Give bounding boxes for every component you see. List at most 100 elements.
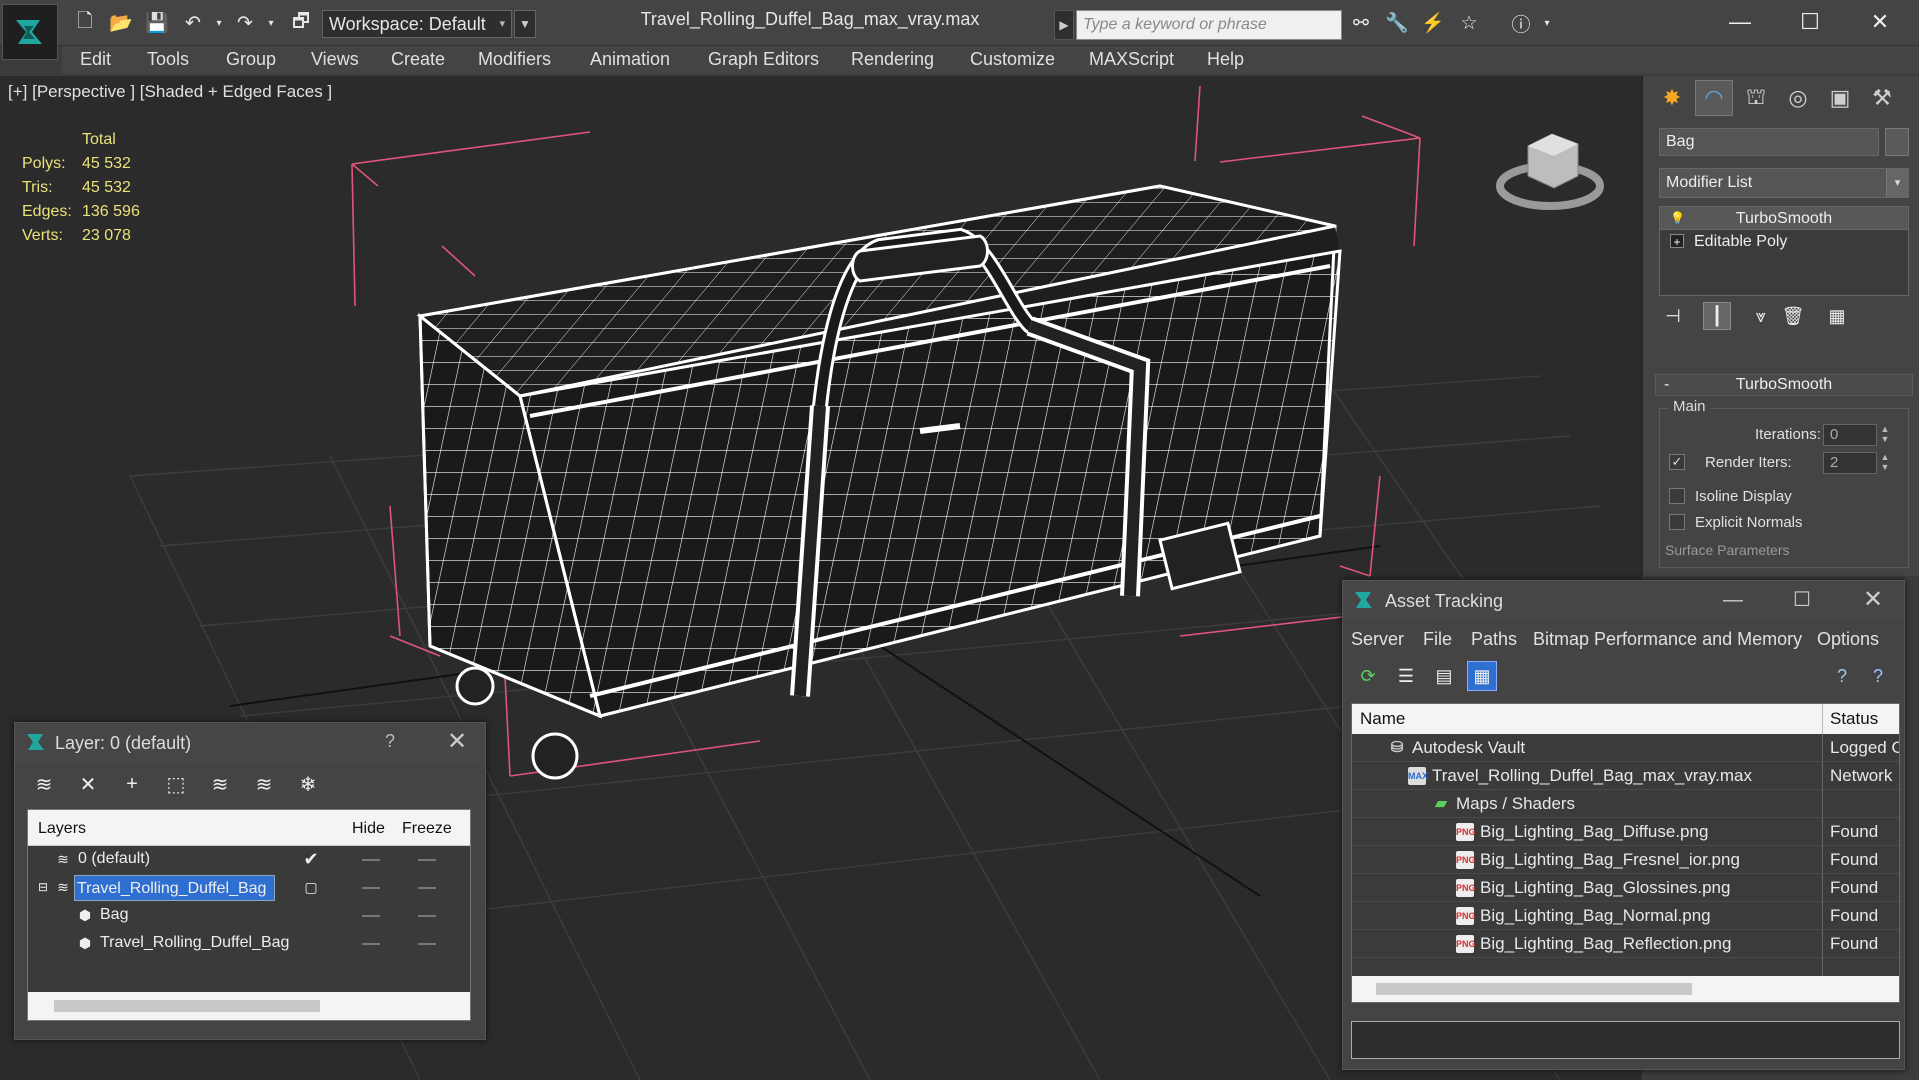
menu-rendering[interactable]: Rendering xyxy=(851,49,934,70)
thumbnail-view-icon[interactable]: ▤ xyxy=(1429,661,1459,691)
menu-tools[interactable]: Tools xyxy=(147,49,189,70)
list-view-icon[interactable]: ☰ xyxy=(1391,661,1421,691)
maximize-icon[interactable]: ☐ xyxy=(1793,587,1811,612)
menu-server[interactable]: Server xyxy=(1351,629,1404,650)
column-divider[interactable] xyxy=(1822,704,1823,734)
isoline-display-checkbox[interactable] xyxy=(1669,488,1685,504)
table-view-icon[interactable]: ▦ xyxy=(1467,661,1497,691)
iterations-spinner[interactable]: 0 xyxy=(1823,424,1877,446)
lightbulb-icon[interactable]: 💡 xyxy=(1670,211,1685,225)
search-expand-button[interactable]: ▶ xyxy=(1054,10,1074,40)
minimize-icon[interactable]: — xyxy=(1710,4,1770,40)
spinner-arrows-icon[interactable]: ▲ ▼ xyxy=(1879,424,1891,446)
collapse-minus-icon[interactable]: ⊟ xyxy=(34,878,52,896)
stack-item-turbosmooth[interactable]: 💡 TurboSmooth xyxy=(1660,207,1908,230)
explicit-normals-checkbox[interactable] xyxy=(1669,514,1685,530)
select-in-layer-icon[interactable]: ⬚ xyxy=(161,769,191,799)
checkmark-icon[interactable]: ✔ xyxy=(302,850,320,868)
modifier-list-dropdown[interactable]: Modifier List ▾ xyxy=(1659,168,1909,198)
undo-icon[interactable]: ↶ xyxy=(180,10,206,36)
asset-row[interactable]: ▰ Maps / Shaders xyxy=(1352,790,1899,818)
rollout-header[interactable]: - TurboSmooth xyxy=(1655,374,1913,396)
asset-row[interactable]: MAX Travel_Rolling_Duffel_Bag_max_vray.m… xyxy=(1352,762,1899,790)
help-dropdown-icon[interactable]: ▾ xyxy=(1534,10,1560,36)
asset-row[interactable]: ⛁ Autodesk Vault Logged O xyxy=(1352,734,1899,762)
communication-icon[interactable]: ⚡ xyxy=(1420,10,1446,36)
create-tab-icon[interactable]: ✸ xyxy=(1653,80,1691,116)
menu-options[interactable]: Options xyxy=(1817,629,1879,650)
stack-item-editable-poly[interactable]: + Editable Poly xyxy=(1660,230,1908,253)
display-tab-icon[interactable]: ▣ xyxy=(1821,80,1859,116)
menu-paths[interactable]: Paths xyxy=(1471,629,1517,650)
add-to-layer-icon[interactable]: + xyxy=(117,769,147,799)
pin-stack-icon[interactable]: ⊣ xyxy=(1659,302,1687,330)
configure-sets-icon[interactable]: ▦ xyxy=(1823,302,1851,330)
horizontal-scrollbar[interactable] xyxy=(28,992,470,1020)
menu-edit[interactable]: Edit xyxy=(80,49,111,70)
close-icon[interactable]: ✕ xyxy=(1850,4,1910,40)
render-iters-checkbox[interactable]: ✓ xyxy=(1669,454,1685,470)
menu-file[interactable]: File xyxy=(1423,629,1452,650)
menu-graph-editors[interactable]: Graph Editors xyxy=(708,49,819,70)
layer-row[interactable]: ⬢ Travel_Rolling_Duffel_Bag xyxy=(28,930,470,958)
freeze-all-layers-icon[interactable]: ❄ xyxy=(293,769,323,799)
asset-row[interactable]: PNG Big_Lighting_Bag_Reflection.png Foun… xyxy=(1352,930,1899,958)
refresh-icon[interactable]: ⟳ xyxy=(1353,661,1383,691)
menu-modifiers[interactable]: Modifiers xyxy=(478,49,551,70)
layer-row[interactable]: ⊟ ≋ Travel_Rolling_Duffel_Bag ▢ xyxy=(28,874,470,902)
object-color-swatch[interactable] xyxy=(1885,128,1909,156)
object-name-input[interactable]: Bag xyxy=(1659,128,1879,156)
workspace-select[interactable]: Workspace: Default ▾ xyxy=(322,10,512,38)
show-end-result-icon[interactable]: ┃ xyxy=(1703,302,1731,330)
hide-toggle[interactable] xyxy=(362,943,380,945)
close-icon[interactable]: ✕ xyxy=(447,727,467,756)
search-input[interactable]: Type a keyword or phrase xyxy=(1076,10,1342,40)
undo-dropdown-icon[interactable]: ▾ xyxy=(206,10,232,36)
menu-help[interactable]: Help xyxy=(1207,49,1244,70)
highlight-layer-icon[interactable]: ≋ xyxy=(205,769,235,799)
asset-row[interactable]: PNG Big_Lighting_Bag_Fresnel_ior.png Fou… xyxy=(1352,846,1899,874)
redo-dropdown-icon[interactable]: ▾ xyxy=(258,10,284,36)
maximize-icon[interactable]: ☐ xyxy=(1780,4,1840,40)
column-name[interactable]: Name xyxy=(1360,709,1405,729)
project-folder-icon[interactable]: 🗗 xyxy=(288,10,314,36)
help-button[interactable]: ? xyxy=(385,731,395,752)
hierarchy-tab-icon[interactable]: ⛫ xyxy=(1737,80,1775,116)
tools-icon[interactable]: 🔧 xyxy=(1384,10,1410,36)
viewcube-icon[interactable] xyxy=(1496,133,1604,210)
favorites-star-icon[interactable]: ☆ xyxy=(1456,10,1482,36)
menu-maxscript[interactable]: MAXScript xyxy=(1089,49,1174,70)
modify-tab-icon[interactable]: ◠ xyxy=(1695,80,1733,116)
scrollbar-thumb[interactable] xyxy=(54,1000,320,1012)
menu-animation[interactable]: Animation xyxy=(590,49,670,70)
surface-parameters-header[interactable]: Surface Parameters xyxy=(1665,542,1790,558)
open-file-icon[interactable]: 📂 xyxy=(108,10,134,36)
hide-toggle[interactable] xyxy=(362,915,380,917)
freeze-toggle[interactable] xyxy=(418,943,436,945)
current-layer-box-icon[interactable]: ▢ xyxy=(302,878,320,896)
freeze-toggle[interactable] xyxy=(418,887,436,889)
hide-toggle[interactable] xyxy=(362,859,380,861)
utilities-tab-icon[interactable]: ⚒ xyxy=(1863,80,1901,116)
menu-views[interactable]: Views xyxy=(311,49,359,70)
asset-row[interactable]: PNG Big_Lighting_Bag_Normal.png Found xyxy=(1352,902,1899,930)
scrollbar-thumb[interactable] xyxy=(1376,983,1692,995)
minimize-icon[interactable]: — xyxy=(1723,589,1743,612)
workspace-menu-button[interactable]: ▼ xyxy=(514,10,536,38)
menu-bitmap-performance[interactable]: Bitmap Performance and Memory xyxy=(1533,629,1802,650)
menu-create[interactable]: Create xyxy=(391,49,445,70)
freeze-toggle[interactable] xyxy=(418,915,436,917)
new-layer-icon[interactable]: ≋ xyxy=(29,769,59,799)
spinner-arrows-icon[interactable]: ▲ ▼ xyxy=(1879,452,1891,474)
column-hide[interactable]: Hide xyxy=(352,820,385,838)
redo-icon[interactable]: ↷ xyxy=(232,10,258,36)
binoculars-icon[interactable]: ⚯ xyxy=(1348,10,1374,36)
app-logo-icon[interactable] xyxy=(2,4,58,60)
make-unique-icon[interactable]: ⩔ xyxy=(1747,302,1775,330)
layer-row[interactable]: ⬢ Bag xyxy=(28,902,470,930)
dialog-title-bar[interactable]: Layer: 0 (default) ? ✕ xyxy=(15,723,485,763)
hide-all-layers-icon[interactable]: ≋ xyxy=(249,769,279,799)
asset-row[interactable]: PNG Big_Lighting_Bag_Diffuse.png Found xyxy=(1352,818,1899,846)
delete-layer-icon[interactable]: ✕ xyxy=(73,769,103,799)
help-search-icon[interactable]: ? xyxy=(1827,661,1857,691)
